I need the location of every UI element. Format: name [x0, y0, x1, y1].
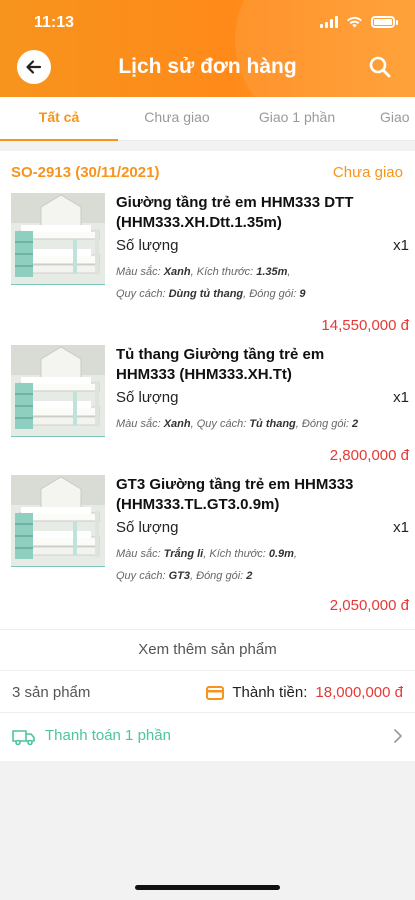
status-bar: 11:13 — [0, 14, 415, 36]
product-attributes: Màu sắc: Xanh, Quy cách: Tủ thang, Đóng … — [116, 418, 359, 430]
chevron-right-icon — [394, 729, 402, 743]
tab-not-delivered[interactable]: Chưa giao — [118, 97, 236, 140]
product-attributes: Quy cách: Dùng tủ thang, Đóng gói: 9 — [116, 288, 306, 300]
order-id: SO-2913 (30/11/2021) — [11, 164, 160, 181]
page-title: Lịch sử đơn hàng — [118, 55, 297, 78]
order-tabs: Tất cả Chưa giao Giao 1 phần Giao — [0, 97, 415, 141]
status-time: 11:13 — [34, 14, 75, 31]
quantity-value: x1 — [393, 389, 409, 406]
product-image — [11, 193, 105, 285]
truck-icon — [12, 730, 35, 746]
order-card[interactable]: SO-2913 (30/11/2021) Chưa giao Giường tầ… — [0, 151, 415, 761]
quantity-label: Số lượng — [116, 237, 179, 254]
home-indicator — [135, 885, 280, 890]
tab-partial-delivery[interactable]: Giao 1 phần — [236, 97, 358, 140]
quantity-label: Số lượng — [116, 519, 179, 536]
payment-status-row[interactable]: Thanh toán 1 phần — [0, 715, 415, 759]
product-image — [11, 475, 105, 567]
search-icon[interactable] — [367, 54, 393, 80]
see-more-button[interactable]: Xem thêm sản phẩm — [0, 629, 415, 671]
bunk-bed-image — [11, 193, 105, 285]
product-attributes: Màu sắc: Xanh, Kích thước: 1.35m, — [116, 266, 291, 278]
item-count: 3 sản phẩm — [12, 684, 91, 701]
total-label: Thành tiền: — [232, 684, 308, 701]
product-image — [11, 345, 105, 437]
signal-icon — [320, 16, 338, 28]
product-price: 14,550,000 đ — [321, 317, 409, 334]
product-attributes: Màu sắc: Trắng li, Kích thước: 0.9m, — [116, 548, 297, 560]
battery-icon — [371, 16, 398, 28]
order-status: Chưa giao — [332, 164, 403, 181]
product-name: Tủ thang Giường tầng trẻ em HHM333 (HHM3… — [116, 346, 325, 383]
product-name: Giường tầng trẻ em HHM333 DTT (HHM333.XH… — [116, 194, 354, 231]
status-icons — [320, 16, 398, 28]
bunk-bed-image — [11, 475, 105, 567]
product-name: GT3 Giường tầng trẻ em HHM333 (HHM333.TL… — [116, 476, 354, 513]
wifi-icon — [347, 16, 362, 28]
app-header: 11:13 Lịch sử đơn hàng — [0, 0, 415, 97]
order-total: Thành tiền: 18,000,000 đ — [206, 684, 403, 701]
total-value: 18,000,000 đ — [315, 684, 403, 701]
payment-status: Thanh toán 1 phần — [45, 727, 171, 744]
bunk-bed-image — [11, 345, 105, 437]
quantity-value: x1 — [393, 237, 409, 254]
quantity-value: x1 — [393, 519, 409, 536]
tab-all[interactable]: Tất cả — [0, 97, 118, 140]
product-attributes: Quy cách: GT3, Đóng gói: 2 — [116, 570, 253, 582]
product-price: 2,800,000 đ — [329, 447, 409, 464]
card-icon — [206, 685, 225, 700]
quantity-label: Số lượng — [116, 389, 179, 406]
product-price: 2,050,000 đ — [329, 597, 409, 614]
active-tab-indicator — [0, 139, 118, 141]
order-summary: 3 sản phẩm Thành tiền: 18,000,000 đ — [0, 673, 415, 713]
tab-delivered[interactable]: Giao — [380, 97, 415, 140]
